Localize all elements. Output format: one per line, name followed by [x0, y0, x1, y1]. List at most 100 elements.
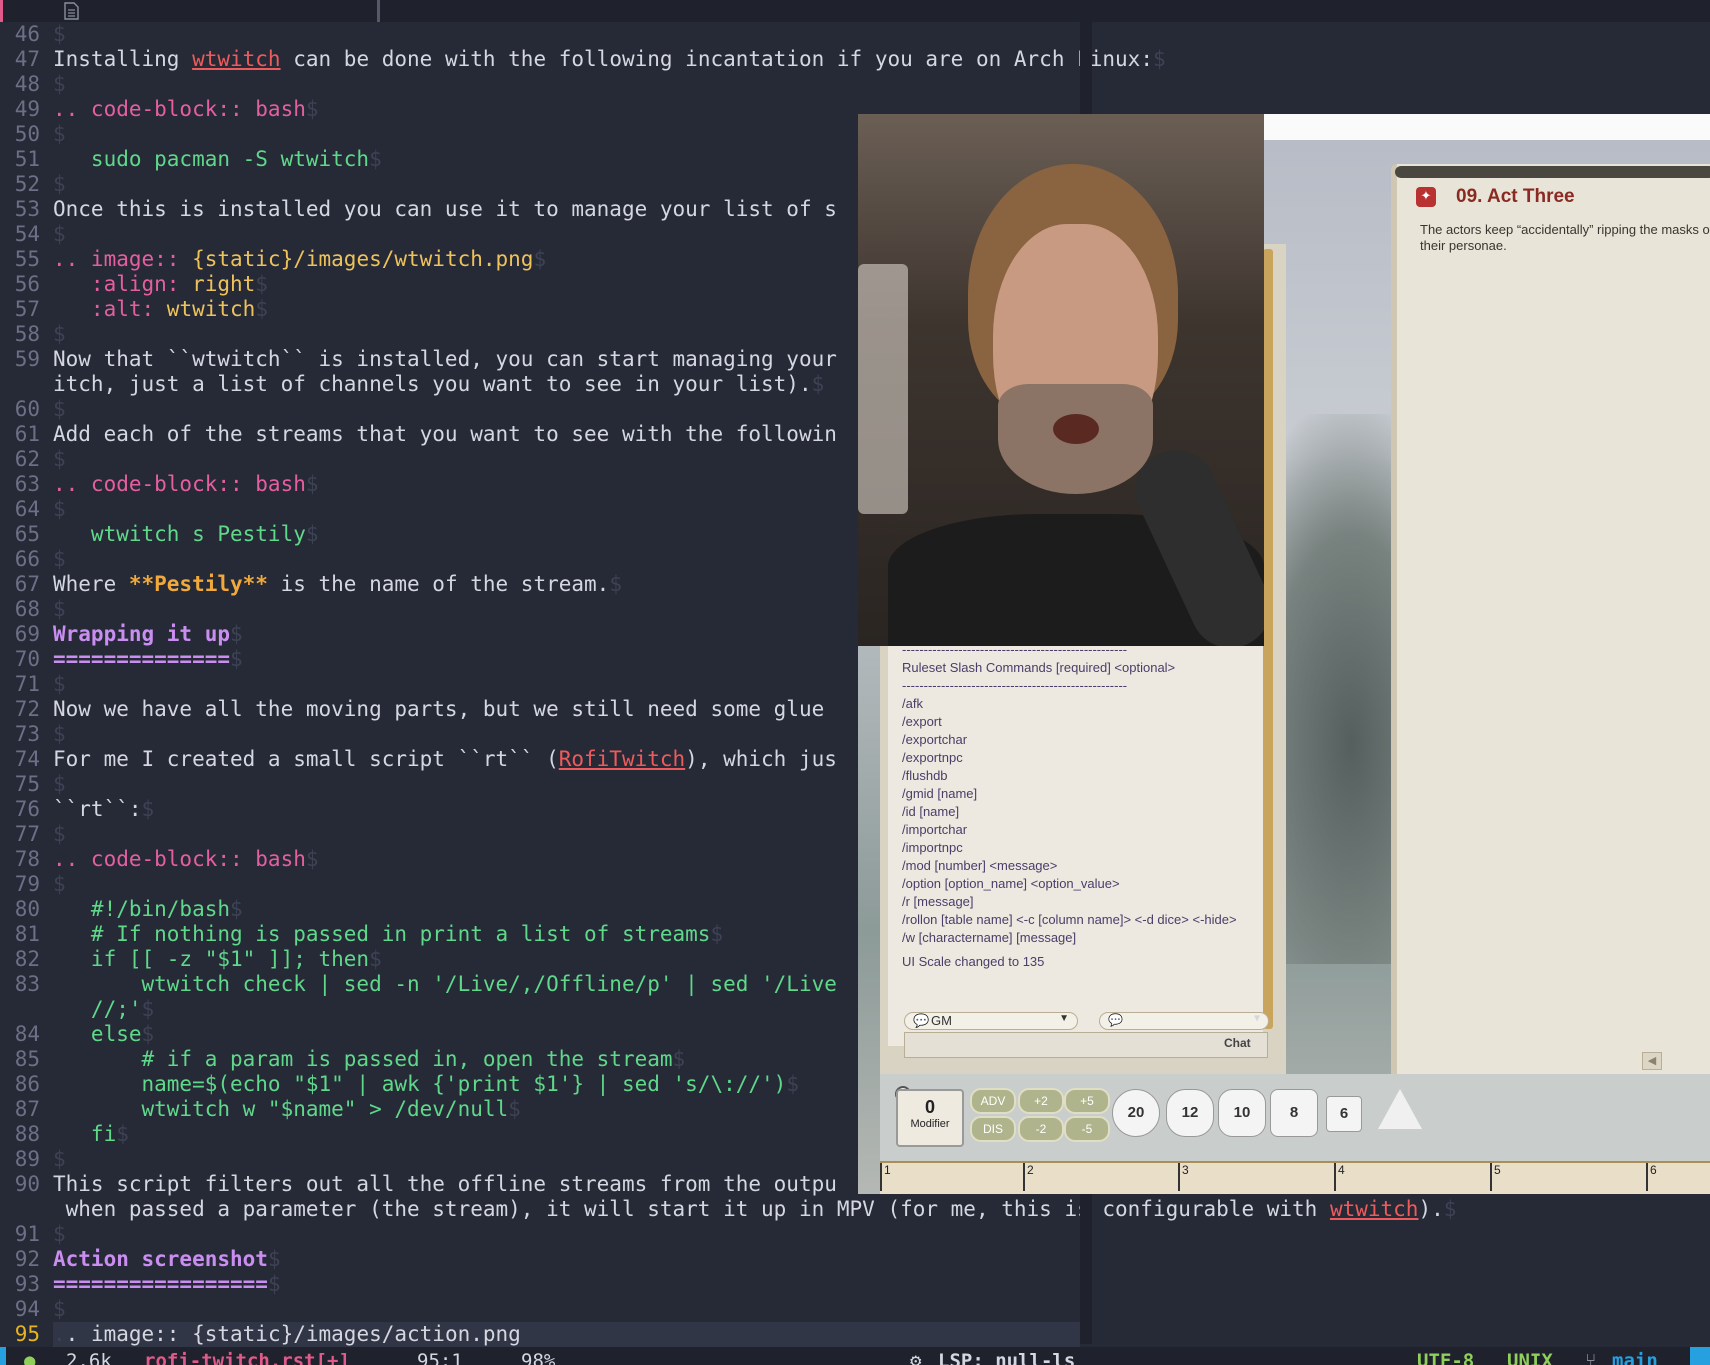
git-branch: main	[1612, 1350, 1658, 1365]
d10-die[interactable]: 10	[1218, 1089, 1266, 1137]
text-token: Where	[53, 572, 129, 596]
eol-marker: $	[141, 797, 155, 821]
line-number: 73	[14, 722, 40, 746]
text-token: name=$(echo "$1" | awk {'print $1'} | se…	[53, 1072, 787, 1096]
line-text: name=$(echo "$1" | awk {'print $1'} | se…	[53, 1072, 799, 1097]
chat-send-button[interactable]: Chat	[1224, 1036, 1251, 1050]
timeline-ruler[interactable]: 1 2 3 4 5 6	[880, 1161, 1710, 1194]
line-number: 60	[14, 397, 40, 421]
text-token: =================	[53, 1272, 268, 1296]
text-token: Action screenshot	[53, 1247, 268, 1271]
eol-marker: $	[1443, 1197, 1457, 1221]
editor-line[interactable]: 46 $	[0, 22, 1080, 47]
eol-marker: $	[53, 872, 66, 896]
text-token: **Pestily**	[128, 572, 268, 596]
editor-line[interactable]: 92 Action screenshot$	[0, 1247, 1080, 1272]
line-number: 83	[14, 972, 40, 996]
text-token: //;'	[53, 997, 142, 1021]
line-number: 78	[14, 847, 40, 871]
text-token: wtwitch w "$name" > /dev/null	[53, 1097, 509, 1121]
line-text: $	[53, 122, 66, 147]
dis-button[interactable]: DIS	[970, 1116, 1016, 1142]
chat-line: /mod [number] <message>	[902, 858, 1058, 873]
modifier-box[interactable]: 0 Modifier	[896, 1089, 964, 1147]
eol-marker: $	[811, 372, 825, 396]
line-text: when passed a parameter (the stream), it…	[53, 1197, 1457, 1222]
text-token[interactable]: wtwitch	[192, 47, 281, 71]
scroll-percent: 98%	[521, 1350, 556, 1365]
line-text: $	[53, 722, 66, 747]
d4-die[interactable]	[1378, 1089, 1422, 1129]
chat-scrollbar[interactable]	[1263, 249, 1273, 1029]
line-number: 75	[14, 772, 40, 796]
eol-marker: $	[230, 622, 243, 646]
editor-line[interactable]: 95.. image:: {static}/images/action.png	[0, 1322, 1080, 1347]
text-token: Add each of the streams that you want to…	[53, 422, 837, 446]
eol-marker: $	[369, 947, 382, 971]
tab-bar	[0, 0, 1710, 22]
file-icon[interactable]	[64, 2, 79, 20]
text-token: . image:: {static}/images/action.png	[65, 1322, 521, 1346]
text-token: when passed a parameter (the stream), it…	[53, 1197, 1330, 1221]
chat-identity-select[interactable]: 💬 GM ▼	[904, 1012, 1078, 1030]
text-token: wtwitch check | sed -n '/Live/,/Offline/…	[53, 972, 837, 996]
story-collapse-arrow-icon[interactable]: ◀	[1642, 1052, 1662, 1070]
chat-input[interactable]	[904, 1032, 1268, 1058]
line-text: wtwitch s Pestily$	[53, 522, 319, 547]
story-panel[interactable]	[1391, 164, 1710, 1124]
line-text: .. code-block:: bash$	[53, 847, 319, 872]
text-token[interactable]: RofiTwitch	[559, 747, 685, 771]
chat-line: UI Scale changed to 135	[902, 954, 1045, 969]
editor-line[interactable]: 91 $	[0, 1222, 1080, 1247]
eol-marker: $	[53, 322, 66, 346]
line-number: 68	[14, 597, 40, 621]
text-token: ==============	[53, 647, 231, 671]
chat-line: /afk	[902, 696, 923, 711]
eol-marker: $	[230, 647, 243, 671]
plus-five-button[interactable]: +5	[1064, 1088, 1110, 1114]
ruler-tick: 2	[1023, 1163, 1034, 1191]
eol-marker: $	[53, 1297, 66, 1321]
eol-marker: $	[53, 1222, 66, 1246]
minus-five-button[interactable]: -5	[1064, 1116, 1110, 1142]
chat-line: /flushdb	[902, 768, 948, 783]
line-number: 51	[14, 147, 40, 171]
text-token: ), which jus	[685, 747, 837, 771]
chevron-down-icon: ▼	[1253, 1013, 1260, 1024]
adv-button[interactable]: ADV	[970, 1088, 1016, 1114]
mode-indicator	[0, 1347, 6, 1365]
text-token: wtwitch	[166, 297, 256, 321]
eol-marker: $	[508, 1097, 521, 1121]
line-text: $	[53, 772, 66, 797]
line-text: else$	[53, 1022, 154, 1047]
d8-die[interactable]: 8	[1270, 1089, 1318, 1137]
text-token: if [[ -z "$1" ]]; then	[53, 947, 370, 971]
line-number: 76	[14, 797, 40, 821]
editor-line[interactable]: 93 =================$	[0, 1272, 1080, 1297]
line-number: 48	[14, 72, 40, 96]
d12-die[interactable]: 12	[1166, 1089, 1214, 1137]
line-text: $	[53, 497, 66, 522]
editor-line[interactable]: when passed a parameter (the stream), it…	[0, 1197, 1457, 1222]
eol-marker: $	[53, 497, 66, 521]
plus-two-button[interactable]: +2	[1018, 1088, 1064, 1114]
editor-line[interactable]: 48 $	[0, 72, 1080, 97]
editor-line[interactable]: 94 $	[0, 1297, 1080, 1322]
line-number: 54	[14, 222, 40, 246]
webcam-person-mouth	[1053, 414, 1099, 444]
line-text: wtwitch w "$name" > /dev/null$	[53, 1097, 521, 1122]
text-token[interactable]: wtwitch	[1330, 1197, 1419, 1221]
line-number: 95	[14, 1322, 40, 1346]
d20-die[interactable]: 20	[1112, 1089, 1160, 1137]
text-token: sudo pacman -S wtwitch	[53, 147, 370, 171]
line-text: $	[53, 1297, 66, 1322]
d6-die[interactable]: 6	[1326, 1096, 1362, 1132]
chat-mode-select[interactable]: 💬 ▼	[1099, 1012, 1269, 1030]
line-number: 67	[14, 572, 40, 596]
minus-two-button[interactable]: -2	[1018, 1116, 1064, 1142]
status-right-accent	[1690, 1347, 1710, 1365]
line-number: 70	[14, 647, 40, 671]
line-number: 71	[14, 672, 40, 696]
editor-line[interactable]: 47 Installing wtwitch can be done with th…	[0, 47, 1166, 72]
eol-marker: $	[53, 772, 66, 796]
